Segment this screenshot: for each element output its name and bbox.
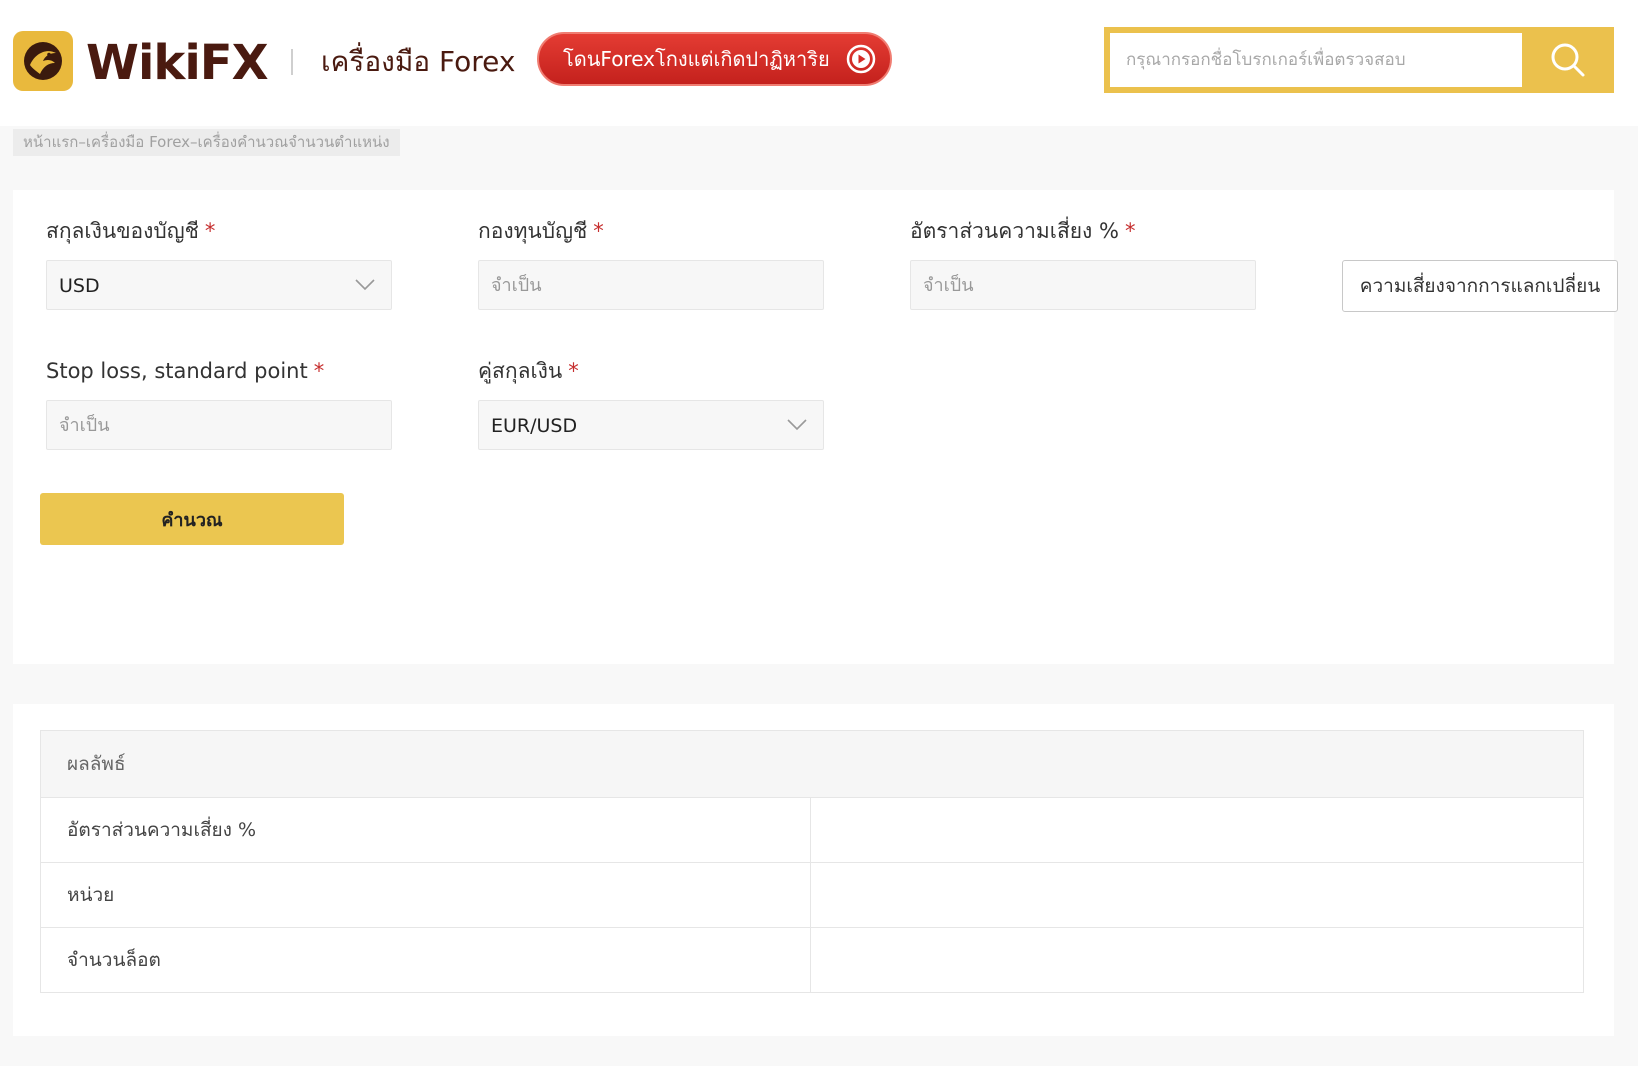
chevron-down-icon xyxy=(355,279,375,291)
broker-search-input[interactable] xyxy=(1110,33,1522,87)
required-mark: * xyxy=(593,219,604,243)
promo-banner-button[interactable]: โดนForexโกงแต่เกิดปาฏิหาริย xyxy=(537,32,892,86)
result-label: อัตราส่วนความเสี่ยง % xyxy=(41,798,811,862)
table-row: จำนวนล็อต xyxy=(41,928,1583,992)
tools-title[interactable]: เครื่องมือ Forex xyxy=(321,42,515,82)
brand-name[interactable]: WikiFX xyxy=(86,33,269,93)
stop-loss-label-text: Stop loss, standard point xyxy=(46,359,308,383)
required-mark: * xyxy=(313,359,325,383)
required-mark: * xyxy=(1124,219,1136,243)
result-header: ผลลัพธ์ xyxy=(41,731,1583,798)
calculate-button[interactable]: คำนวณ xyxy=(40,493,344,545)
stop-loss-field xyxy=(46,400,392,450)
table-row: อัตราส่วนความเสี่ยง % xyxy=(41,798,1583,863)
required-mark: * xyxy=(204,219,216,243)
currency-pair-label-text: คู่สกุลเงิน xyxy=(478,359,563,383)
exchange-risk-button[interactable]: ความเสี่ยงจากการแลกเปลี่ยน xyxy=(1342,260,1618,312)
risk-ratio-field xyxy=(910,260,1256,310)
search-bar xyxy=(1104,27,1614,93)
result-value xyxy=(811,798,1583,862)
wikifx-logo-icon[interactable] xyxy=(13,31,73,91)
breadcrumb[interactable]: หน้าแรก–เครื่องมือ Forex–เครื่องคำนวณจำน… xyxy=(13,129,400,156)
required-mark: * xyxy=(568,359,579,383)
calculator-form-card: สกุลเงินของบัญชี* USD กองทุนบัญชี* อัตรา… xyxy=(13,190,1618,664)
risk-ratio-input[interactable] xyxy=(911,261,1255,309)
search-button[interactable] xyxy=(1522,27,1614,93)
stop-loss-input[interactable] xyxy=(47,401,391,449)
account-currency-select[interactable]: USD xyxy=(46,260,392,310)
result-label: จำนวนล็อต xyxy=(41,928,811,992)
account-fund-label-text: กองทุนบัญชี xyxy=(478,219,588,243)
account-fund-label: กองทุนบัญชี * xyxy=(478,216,604,246)
search-icon xyxy=(1551,43,1585,77)
site-header: WikiFX เครื่องมือ Forex โดนForexโกงแต่เก… xyxy=(0,0,1638,126)
account-fund-field xyxy=(478,260,824,310)
result-value xyxy=(811,928,1583,992)
header-divider xyxy=(291,49,293,75)
account-currency-label-text: สกุลเงินของบัญชี xyxy=(46,219,199,243)
promo-text: โดนForexโกงแต่เกิดปาฏิหาริย xyxy=(563,47,830,71)
result-value xyxy=(811,863,1583,927)
currency-pair-label: คู่สกุลเงิน * xyxy=(478,356,579,386)
account-currency-label: สกุลเงินของบัญชี * xyxy=(46,216,215,246)
result-table: ผลลัพธ์ อัตราส่วนความเสี่ยง % หน่วย จำนว… xyxy=(40,730,1584,993)
currency-pair-value: EUR/USD xyxy=(491,415,578,437)
chevron-down-icon xyxy=(787,419,807,431)
result-label: หน่วย xyxy=(41,863,811,927)
result-card: ผลลัพธ์ อัตราส่วนความเสี่ยง % หน่วย จำนว… xyxy=(13,704,1614,1036)
account-currency-value: USD xyxy=(59,275,100,297)
table-row: หน่วย xyxy=(41,863,1583,928)
account-fund-input[interactable] xyxy=(479,261,823,309)
risk-ratio-label: อัตราส่วนความเสี่ยง % * xyxy=(910,216,1135,246)
currency-pair-select[interactable]: EUR/USD xyxy=(478,400,824,450)
play-icon xyxy=(846,44,876,74)
risk-ratio-label-text: อัตราส่วนความเสี่ยง % xyxy=(910,219,1119,243)
stop-loss-label: Stop loss, standard point * xyxy=(46,356,324,386)
